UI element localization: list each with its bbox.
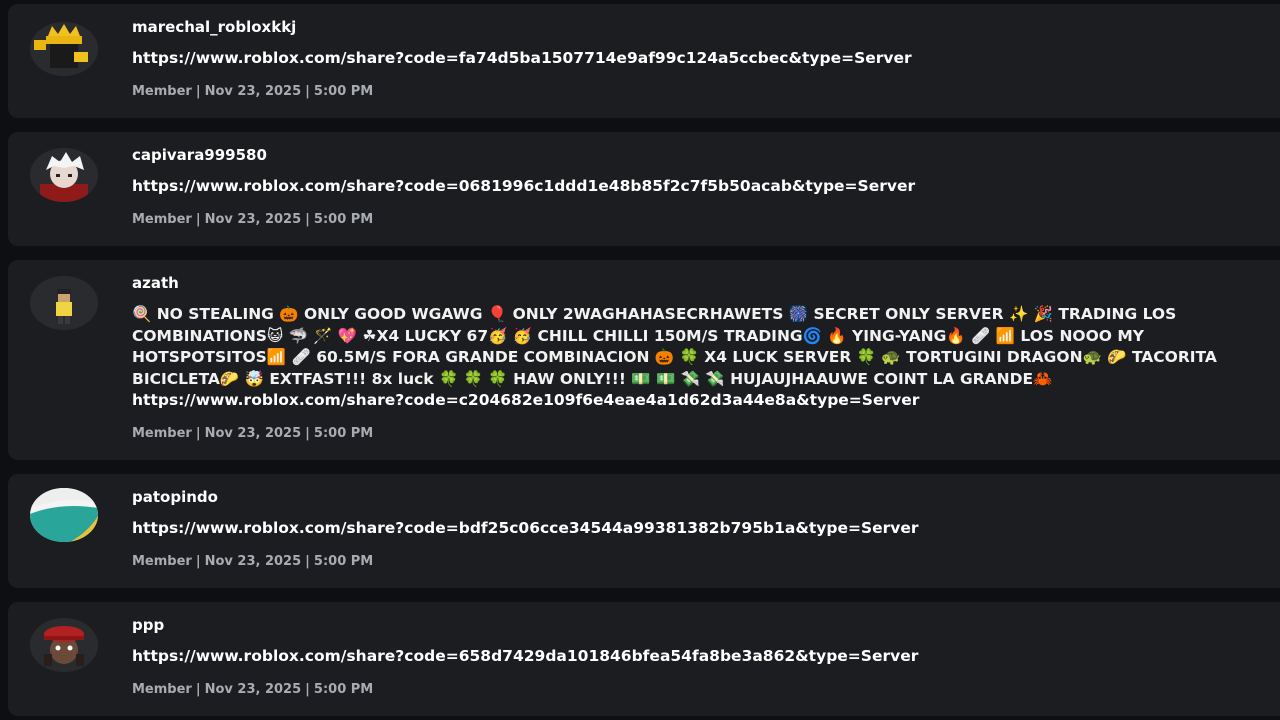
roblox-avatar-small-figure-icon [30,276,98,330]
user-role: Member [132,682,192,697]
user-avatar[interactable] [30,148,98,202]
teal-yellow-avatar-icon [30,488,98,542]
separator: | [305,84,310,99]
separator: | [195,84,201,99]
post-time: 5:00 PM [313,84,374,99]
username[interactable]: ppp [132,616,164,634]
post-date: Nov 23, 2025 [204,212,302,227]
user-role: Member [132,84,192,99]
separator: | [305,212,310,227]
separator: | [195,212,201,227]
user-avatar[interactable] [30,618,98,672]
post-time: 5:00 PM [313,426,374,441]
message-card: marechal_robloxkkj https://www.roblox.co… [8,4,1280,118]
message-content: https://www.roblox.com/share?code=068199… [132,176,1278,198]
username[interactable]: capivara999580 [132,146,267,164]
separator: | [305,682,310,697]
user-avatar[interactable] [30,276,98,330]
separator: | [305,554,310,569]
roblox-avatar-white-hair-icon [30,148,98,202]
roblox-avatar-crown-icon [30,22,98,76]
message-content: https://www.roblox.com/share?code=658d74… [132,646,1278,668]
user-avatar[interactable] [30,488,98,542]
roblox-avatar-red-cap-icon [30,618,98,672]
message-meta: Member | Nov 23, 2025 | 5:00 PM [132,212,373,227]
separator: | [305,426,310,441]
post-time: 5:00 PM [313,554,374,569]
username[interactable]: azath [132,274,179,292]
message-card: ppp https://www.roblox.com/share?code=65… [8,602,1280,716]
message-content: https://www.roblox.com/share?code=fa74d5… [132,48,1278,70]
message-line: BICICLETA🌮 🤯 EXTFAST!!! 8x luck 🍀 🍀 🍀 HA… [132,369,1053,388]
server-link[interactable]: https://www.roblox.com/share?code=bdf25c… [132,518,1278,540]
message-card: capivara999580 https://www.roblox.com/sh… [8,132,1280,246]
message-card: azath 🍭 NO STEALING 🎃 ONLY GOOD WGAWG 🎈 … [8,260,1280,460]
separator: | [195,426,201,441]
message-meta: Member | Nov 23, 2025 | 5:00 PM [132,682,373,697]
message-meta: Member | Nov 23, 2025 | 5:00 PM [132,554,373,569]
username[interactable]: patopindo [132,488,218,506]
server-link[interactable]: https://www.roblox.com/share?code=658d74… [132,646,1278,668]
message-content: 🍭 NO STEALING 🎃 ONLY GOOD WGAWG 🎈 ONLY 2… [132,304,1278,412]
message-meta: Member | Nov 23, 2025 | 5:00 PM [132,426,373,441]
post-time: 5:00 PM [313,682,374,697]
user-avatar[interactable] [30,22,98,76]
separator: | [195,554,201,569]
server-link[interactable]: https://www.roblox.com/share?code=fa74d5… [132,48,1278,70]
message-card: patopindo https://www.roblox.com/share?c… [8,474,1280,588]
message-line: COMBINATIONS😺 🦈 🪄 💖 ☘X4 LUCKY 67🥳 🥳 CHIL… [132,326,1145,345]
user-role: Member [132,426,192,441]
post-time: 5:00 PM [313,212,374,227]
post-date: Nov 23, 2025 [204,682,302,697]
post-date: Nov 23, 2025 [204,554,302,569]
user-role: Member [132,212,192,227]
message-line: HOTSPOTSITOS📶 🩹 60.5M/S FORA GRANDE COMB… [132,348,1217,366]
message-line: 🍭 NO STEALING 🎃 ONLY GOOD WGAWG 🎈 ONLY 2… [132,305,1177,323]
message-feed: marechal_robloxkkj https://www.roblox.co… [0,0,1280,720]
post-date: Nov 23, 2025 [204,426,302,441]
username[interactable]: marechal_robloxkkj [132,18,296,36]
message-meta: Member | Nov 23, 2025 | 5:00 PM [132,84,373,99]
server-link[interactable]: https://www.roblox.com/share?code=c20468… [132,390,1278,412]
post-date: Nov 23, 2025 [204,84,302,99]
separator: | [195,682,201,697]
user-role: Member [132,554,192,569]
message-content: https://www.roblox.com/share?code=bdf25c… [132,518,1278,540]
server-link[interactable]: https://www.roblox.com/share?code=068199… [132,176,1278,198]
